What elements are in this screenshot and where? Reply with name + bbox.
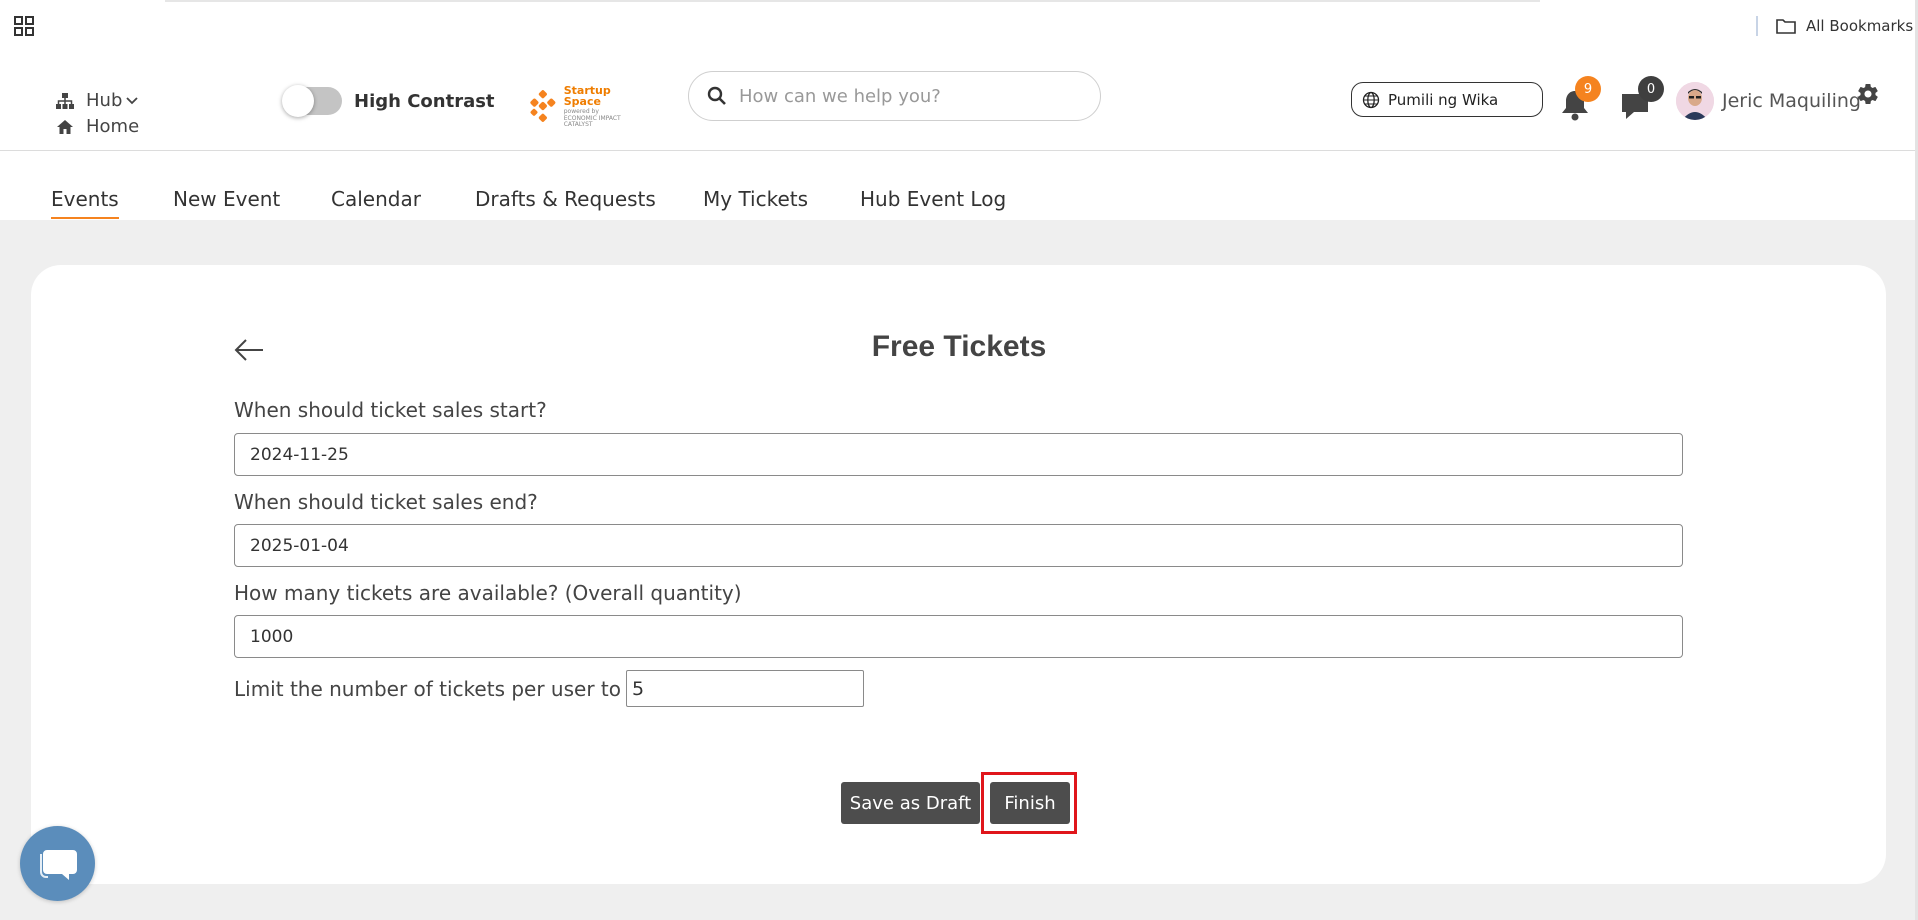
tab-drafts-requests[interactable]: Drafts & Requests xyxy=(475,187,656,217)
high-contrast-control: High Contrast xyxy=(282,85,495,117)
language-selector[interactable]: Pumili ng Wika xyxy=(1351,82,1543,117)
chat-widget-button[interactable] xyxy=(20,826,95,901)
quantity-input[interactable] xyxy=(234,615,1683,658)
gear-icon[interactable] xyxy=(1856,82,1880,106)
limit-per-user-input[interactable] xyxy=(626,670,864,707)
all-bookmarks-label: All Bookmarks xyxy=(1806,17,1914,35)
logo-title: Startup Space xyxy=(563,83,611,108)
search-bar xyxy=(688,71,1101,121)
high-contrast-toggle[interactable] xyxy=(282,85,342,117)
all-bookmarks-button[interactable]: All Bookmarks xyxy=(1776,16,1913,36)
page-title: Free Tickets xyxy=(871,330,1047,363)
messages-button[interactable]: 0 xyxy=(1620,76,1664,120)
chat-support-icon xyxy=(39,849,77,880)
tab-strip-line xyxy=(165,0,1540,2)
logo-mark-icon xyxy=(530,90,556,122)
search-icon xyxy=(707,86,726,105)
notifications-button[interactable]: 9 xyxy=(1559,76,1601,121)
startup-space-logo[interactable]: Startup Space powered by ECONOMIC IMPACT… xyxy=(526,84,638,128)
finish-button[interactable]: Finish xyxy=(990,782,1070,824)
sales-start-input[interactable] xyxy=(234,433,1683,476)
apps-grid-icon[interactable] xyxy=(14,16,34,36)
sales-end-label: When should ticket sales end? xyxy=(234,490,538,514)
logo-subtitle: powered by xyxy=(563,107,599,115)
home-icon xyxy=(57,119,73,134)
bookmarks-bar: All Bookmarks xyxy=(0,0,1918,52)
limit-per-user-row: Limit the number of tickets per user to xyxy=(234,670,864,707)
hub-label: Hub xyxy=(86,90,123,111)
logo-text: Startup Space powered by ECONOMIC IMPACT… xyxy=(564,85,638,128)
hub-menu[interactable]: Hub xyxy=(56,90,150,111)
tab-calendar[interactable]: Calendar xyxy=(331,187,421,217)
home-label: Home xyxy=(86,116,140,137)
globe-icon xyxy=(1362,91,1380,108)
user-menu[interactable]: Jeric Maquiling xyxy=(1676,82,1861,120)
avatar xyxy=(1676,82,1714,120)
bookmarks-separator xyxy=(1756,16,1758,36)
tab-new-event[interactable]: New Event xyxy=(173,187,280,217)
toggle-knob xyxy=(282,85,314,117)
notifications-count-badge: 9 xyxy=(1575,76,1601,102)
search-input[interactable] xyxy=(739,85,1079,107)
user-name: Jeric Maquiling xyxy=(1722,90,1861,112)
events-tabs: Events New Event Calendar Drafts & Reque… xyxy=(0,151,1918,220)
chevron-down-icon xyxy=(126,96,139,104)
limit-per-user-label: Limit the number of tickets per user to xyxy=(234,676,621,701)
sales-start-label: When should ticket sales start? xyxy=(234,398,547,422)
sales-end-input[interactable] xyxy=(234,524,1683,567)
logo-org: ECONOMIC IMPACT CATALYST xyxy=(563,114,621,128)
high-contrast-label: High Contrast xyxy=(354,90,495,112)
home-link[interactable]: Home xyxy=(56,116,139,137)
tab-my-tickets[interactable]: My Tickets xyxy=(703,187,808,217)
avatar-image xyxy=(1676,82,1714,120)
quantity-label: How many tickets are available? (Overall… xyxy=(234,581,742,605)
sitemap-icon xyxy=(56,92,74,109)
language-label: Pumili ng Wika xyxy=(1388,90,1499,109)
site-header: Hub Home High Contrast Startup Space pow… xyxy=(0,52,1918,151)
save-as-draft-button[interactable]: Save as Draft xyxy=(841,782,980,824)
messages-count-badge: 0 xyxy=(1638,76,1664,102)
tab-events[interactable]: Events xyxy=(51,187,119,219)
tab-hub-event-log[interactable]: Hub Event Log xyxy=(860,187,1006,217)
folder-icon xyxy=(1776,19,1796,34)
